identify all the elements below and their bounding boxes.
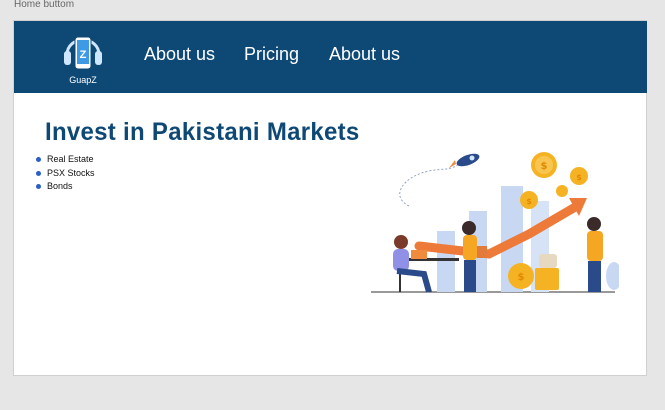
navbar: Z GuapZ About us Pricing About us <box>14 21 647 93</box>
investment-list: Real Estate PSX Stocks Bonds <box>36 153 95 194</box>
headphones-phone-icon: Z <box>64 36 102 70</box>
list-item-psx-stocks: PSX Stocks <box>36 167 95 181</box>
coin-icon: $ <box>570 167 588 185</box>
person-standing-icon <box>587 217 603 292</box>
investment-growth-illustration: $ $ $ $ <box>371 152 619 293</box>
brand-name: GuapZ <box>69 75 97 85</box>
frame-label: Home buttom <box>14 0 75 10</box>
plant-icon <box>606 262 619 290</box>
coin-icon <box>556 185 568 197</box>
rocket-icon <box>449 153 480 168</box>
nav-pricing[interactable]: Pricing <box>244 44 299 65</box>
coin-icon: $ <box>520 191 538 209</box>
svg-text:$: $ <box>541 161 548 172</box>
svg-text:$: $ <box>518 272 525 283</box>
nav-about-us-2[interactable]: About us <box>329 44 400 65</box>
svg-text:Z: Z <box>80 49 87 61</box>
home-page-artboard: Z GuapZ About us Pricing About us Invest… <box>13 20 647 376</box>
coin-icon: $ <box>531 152 557 178</box>
list-item-bonds: Bonds <box>36 180 95 194</box>
list-item-real-estate: Real Estate <box>36 153 95 167</box>
brand-logo[interactable]: Z GuapZ <box>61 27 105 87</box>
nav-about-us[interactable]: About us <box>144 44 215 65</box>
svg-text:$: $ <box>526 197 532 206</box>
hero-title: Invest in Pakistani Markets <box>45 118 360 146</box>
svg-text:$: $ <box>576 173 582 182</box>
